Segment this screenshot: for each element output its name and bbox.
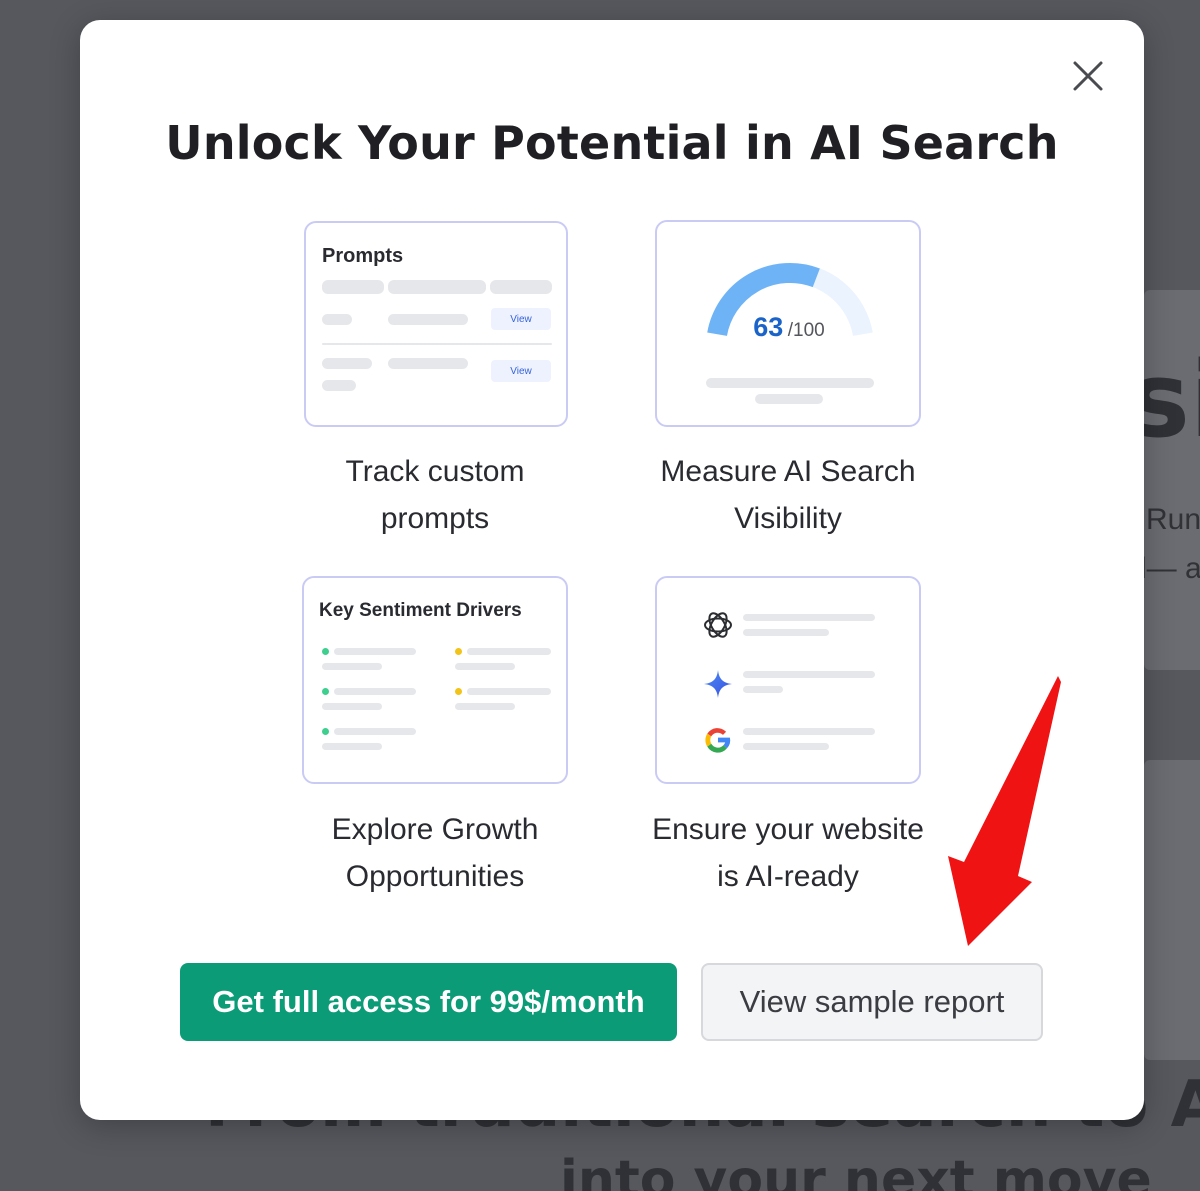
sentiment-bar (322, 663, 382, 670)
measure-visibility-label-line1: Measure AI Search (660, 455, 916, 488)
upgrade-modal: Unlock Your Potential in AI Search Promp… (80, 20, 1144, 1120)
modal-title: Unlock Your Potential in AI Search (165, 116, 1059, 170)
ai-ready-bar (743, 629, 829, 636)
sentiment-dot-green (322, 728, 329, 735)
score-value: 63 (753, 312, 784, 342)
measure-visibility-label-line2: Visibility (734, 502, 842, 535)
prompts-row-bar (322, 380, 356, 391)
measure-visibility-label: Measure AI Search Visibility (618, 448, 958, 542)
ai-ready-illustration (655, 576, 921, 784)
close-icon (1073, 61, 1103, 91)
track-prompts-label: Track custom prompts (265, 448, 605, 542)
gauge-caption-bar (755, 394, 823, 404)
prompts-row-bar (388, 314, 468, 325)
sentiment-dot-yellow (455, 688, 462, 695)
prompts-view-pill: View (491, 360, 551, 382)
ai-ready-label: Ensure your website is AI-ready (618, 806, 958, 900)
close-button[interactable] (1066, 54, 1110, 98)
openai-icon (704, 612, 732, 638)
sentiment-bar (455, 663, 515, 670)
sentiment-bar (334, 728, 416, 735)
ai-ready-label-line2: is AI-ready (717, 860, 859, 893)
sentiment-bar (322, 743, 382, 750)
background-text-run: Run (1146, 503, 1200, 536)
prompts-row-bar (388, 358, 468, 369)
prompts-row-bar (322, 314, 352, 325)
ai-ready-bar (743, 686, 783, 693)
sentiment-bar (334, 688, 416, 695)
sentiment-bar (334, 648, 416, 655)
sentiment-bar (467, 688, 551, 695)
ai-ready-bar (743, 743, 829, 750)
prompts-divider (322, 343, 552, 345)
visibility-gauge-illustration: 63 /100 (655, 220, 921, 427)
google-icon (705, 728, 731, 753)
track-prompts-label-line2: prompts (380, 502, 490, 535)
sentiment-drivers-illustration: Key Sentiment Drivers (302, 576, 568, 784)
growth-opportunities-label-line1: Explore Growth (331, 813, 539, 846)
ai-ready-bar (743, 614, 875, 621)
gemini-sparkle-icon (704, 670, 732, 698)
prompts-heading: Prompts (322, 245, 404, 267)
view-sample-report-button[interactable]: View sample report (701, 963, 1043, 1041)
sentiment-heading: Key Sentiment Drivers (319, 600, 522, 621)
sentiment-dot-green (322, 688, 329, 695)
ai-ready-bar (743, 728, 875, 735)
prompts-header-bar (388, 280, 486, 294)
prompts-header-bar (322, 280, 384, 294)
prompts-row-bar (322, 358, 372, 369)
screen: si Run d— a From traditional search to A… (0, 0, 1200, 1191)
background-bottom-heading-2: into your next move (560, 1150, 1152, 1191)
growth-opportunities-label: Explore Growth Opportunities (265, 806, 605, 900)
score-max: /100 (787, 320, 825, 341)
ai-ready-bar (743, 671, 875, 678)
sentiment-bar (322, 703, 382, 710)
prompts-header-bar (490, 280, 552, 294)
gauge-caption-bar (706, 378, 874, 388)
prompts-view-pill: View (491, 308, 551, 330)
background-card-middle (1144, 760, 1200, 1060)
track-prompts-label-line1: Track custom (345, 455, 525, 488)
growth-opportunities-label-line2: Opportunities (345, 860, 525, 893)
visibility-score: 63 /100 (657, 312, 919, 343)
sentiment-dot-green (322, 648, 329, 655)
prompts-illustration: Prompts View View (304, 221, 568, 427)
sentiment-bar (455, 703, 515, 710)
get-full-access-button[interactable]: Get full access for 99$/month (180, 963, 677, 1041)
sentiment-bar (467, 648, 551, 655)
ai-ready-label-line1: Ensure your website (652, 813, 924, 846)
sentiment-dot-yellow (455, 648, 462, 655)
